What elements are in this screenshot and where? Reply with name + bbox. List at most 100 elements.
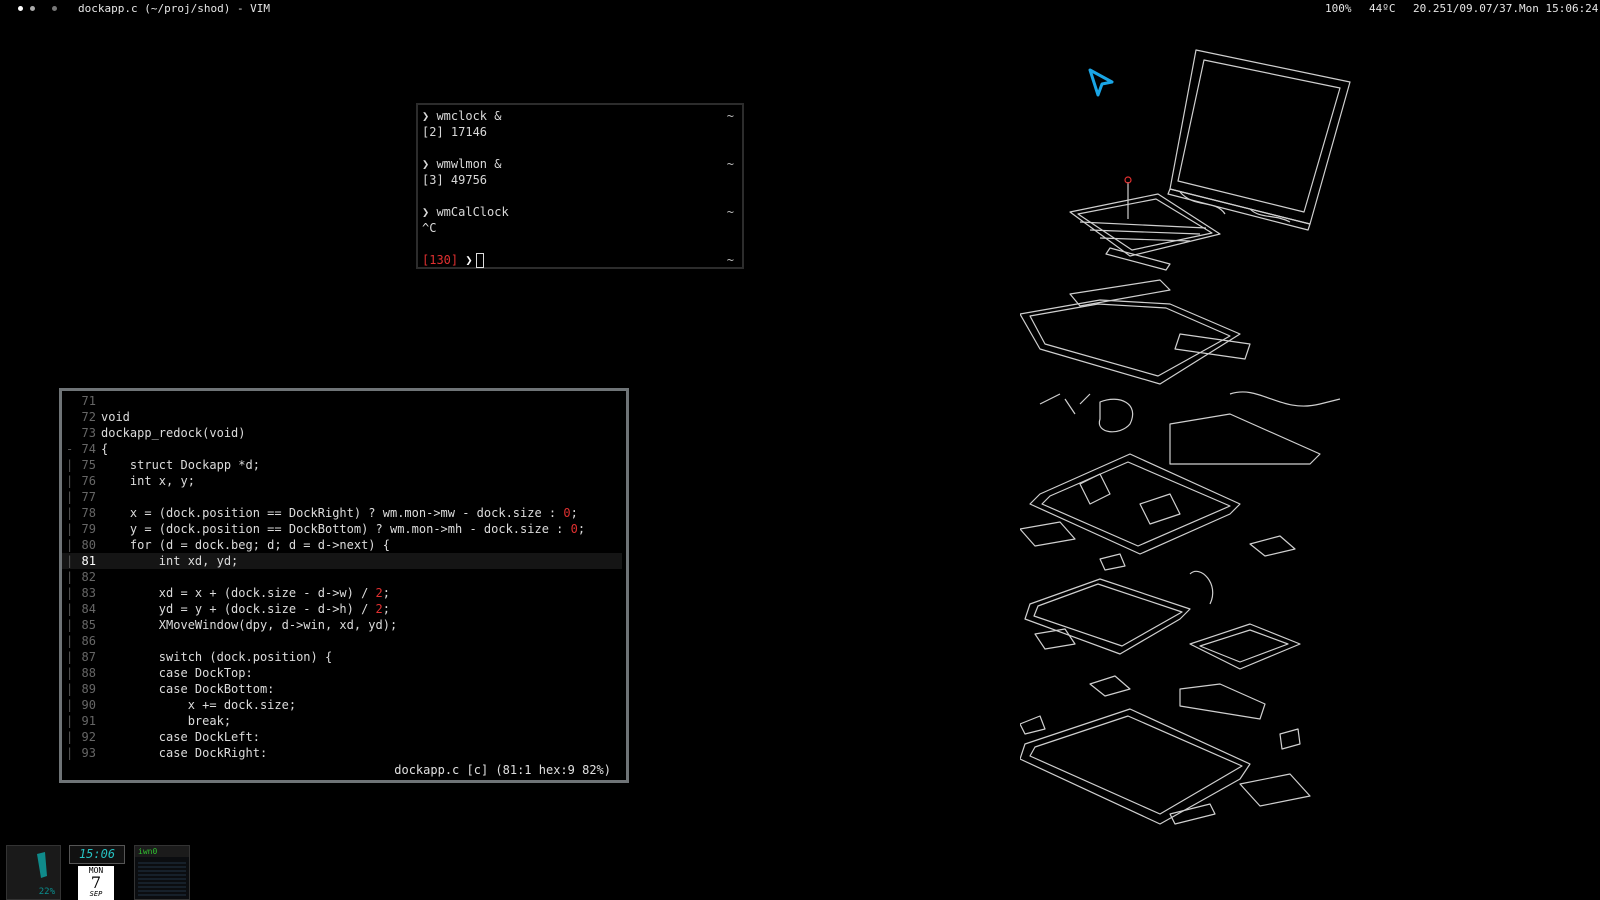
terminal-line: [3] 49756 bbox=[422, 172, 734, 188]
code-line[interactable]: -74{ bbox=[62, 441, 622, 457]
vim-editor-window[interactable]: 71 72 void 73 dockapp_redock(void) -74{| 75 st… bbox=[59, 388, 629, 783]
code-line[interactable]: 71 bbox=[62, 393, 622, 409]
code-line[interactable]: | 90 x += dock.size; bbox=[62, 697, 622, 713]
code-text: struct Dockapp *d; bbox=[101, 458, 260, 472]
code-line[interactable]: | 80 for (d = dock.beg; d; d = d->next) { bbox=[62, 537, 622, 553]
battery-gauge-icon bbox=[37, 852, 47, 878]
wireless-interface-label: iwn0 bbox=[135, 846, 189, 857]
terminal-cursor bbox=[475, 253, 484, 268]
code-text: case DockTop: bbox=[101, 666, 253, 680]
workspace-1-dot[interactable] bbox=[18, 6, 23, 11]
terminal-line-tilde: ~ bbox=[726, 157, 734, 171]
workspace-2-dot[interactable] bbox=[30, 6, 35, 11]
code-text: case DockRight: bbox=[101, 746, 268, 760]
terminal-line: ❯ wmCalClock ~ bbox=[422, 204, 734, 220]
line-number: 83 bbox=[81, 586, 96, 600]
workspace-indicator[interactable] bbox=[18, 6, 57, 11]
code-line[interactable]: | 77 bbox=[62, 489, 622, 505]
code-text: case DockLeft: bbox=[101, 730, 260, 744]
code-text: XMoveWindow(dpy, d->win, xd, yd); bbox=[101, 618, 398, 632]
code-text: break; bbox=[101, 714, 232, 728]
code-line[interactable]: 72 void bbox=[62, 409, 622, 425]
code-text: y = (dock.position == DockBottom) ? wm.m… bbox=[101, 522, 586, 536]
line-number: 91 bbox=[81, 714, 96, 728]
battery-status: 100% bbox=[1325, 2, 1352, 15]
line-number: 78 bbox=[81, 506, 96, 520]
prompt-symbol: ❯ bbox=[465, 253, 473, 267]
code-line[interactable]: | 78 x = (dock.position == DockRight) ? w… bbox=[62, 505, 622, 521]
code-line[interactable]: | 81 int xd, yd; bbox=[62, 553, 622, 569]
line-number: 73 bbox=[81, 426, 96, 440]
terminal-prompt[interactable]: [130] ❯ ~ bbox=[422, 252, 734, 268]
code-line[interactable]: | 93 case DockRight: bbox=[62, 745, 622, 761]
line-number: 92 bbox=[81, 730, 96, 744]
terminal-line-text: ❯ wmclock & bbox=[422, 109, 502, 123]
temperature-status: 44ºC bbox=[1369, 2, 1396, 15]
line-number: 86 bbox=[81, 634, 96, 648]
line-number: 79 bbox=[81, 522, 96, 536]
code-text: x = (dock.position == DockRight) ? wm.mo… bbox=[101, 506, 578, 520]
terminal-line: ❯ wmclock & ~ bbox=[422, 108, 734, 124]
terminal-line-text: ^C bbox=[422, 221, 437, 235]
code-text: switch (dock.position) { bbox=[101, 650, 333, 664]
top-bar: dockapp.c (~/proj/shod) - VIM 100% 44ºC … bbox=[0, 0, 1600, 20]
code-line[interactable]: | 92 case DockLeft: bbox=[62, 729, 622, 745]
window-title: dockapp.c (~/proj/shod) - VIM bbox=[78, 2, 271, 15]
line-number: 85 bbox=[81, 618, 96, 632]
code-text: int xd, yd; bbox=[101, 554, 239, 568]
calendar-day: 7 bbox=[90, 873, 102, 892]
datetime-status: 20.251/09.07/37.Mon 15:06:24 bbox=[1413, 2, 1599, 15]
code-line[interactable]: | 75 struct Dockapp *d; bbox=[62, 457, 622, 473]
code-line[interactable]: | 91 break; bbox=[62, 713, 622, 729]
terminal-window[interactable]: ❯ wmclock & ~ [2] 17146 ❯ wmwlmon & ~ [3] … bbox=[416, 103, 744, 269]
workspace-3-dot[interactable] bbox=[52, 6, 57, 11]
code-text: int x, y; bbox=[101, 474, 195, 488]
vim-status-line: dockapp.c [c] (81:1 hex:9 82%) bbox=[394, 763, 611, 777]
code-line[interactable]: | 84 yd = y + (dock.size - d->h) / 2; bbox=[62, 601, 622, 617]
code-text: dockapp_redock(void) bbox=[101, 426, 246, 440]
line-number: 72 bbox=[81, 410, 96, 424]
line-number: 76 bbox=[81, 474, 96, 488]
code-text: x += dock.size; bbox=[101, 698, 297, 712]
line-number: 74 bbox=[81, 442, 96, 456]
terminal-line: [2] 17146 bbox=[422, 124, 734, 140]
terminal-line-tilde: ~ bbox=[726, 109, 734, 123]
line-number: 81 bbox=[81, 554, 96, 568]
terminal-line: ^C bbox=[422, 220, 734, 236]
code-line[interactable]: | 89 case DockBottom: bbox=[62, 681, 622, 697]
wireless-monitor-dockapp[interactable]: iwn0 bbox=[134, 845, 190, 900]
signal-graph bbox=[138, 860, 186, 896]
clock-display: 15:06 bbox=[69, 845, 125, 864]
exit-status-code: [130] bbox=[422, 253, 459, 267]
line-number: 90 bbox=[81, 698, 96, 712]
code-line[interactable]: | 79 y = (dock.position == DockBottom) ? … bbox=[62, 521, 622, 537]
line-number: 87 bbox=[81, 650, 96, 664]
line-number: 89 bbox=[81, 682, 96, 696]
code-line[interactable]: | 85 XMoveWindow(dpy, d->win, xd, yd); bbox=[62, 617, 622, 633]
terminal-line-text: ❯ wmwlmon & bbox=[422, 157, 502, 171]
calendar-clock-dockapp[interactable]: 15:06 MON 7 SEP bbox=[69, 845, 125, 900]
code-line[interactable]: | 76 int x, y; bbox=[62, 473, 622, 489]
code-text: yd = y + (dock.size - d->h) / 2; bbox=[101, 602, 391, 616]
line-number: 71 bbox=[81, 394, 96, 408]
line-number: 80 bbox=[81, 538, 96, 552]
code-text: xd = x + (dock.size - d->w) / 2; bbox=[101, 586, 391, 600]
code-line[interactable]: | 83 xd = x + (dock.size - d->w) / 2; bbox=[62, 585, 622, 601]
code-line[interactable]: 73 dockapp_redock(void) bbox=[62, 425, 622, 441]
battery-dockapp[interactable]: 22% bbox=[6, 845, 61, 900]
code-line[interactable]: | 88 case DockTop: bbox=[62, 665, 622, 681]
code-text: case DockBottom: bbox=[101, 682, 275, 696]
code-line[interactable]: | 86 bbox=[62, 633, 622, 649]
line-number: 84 bbox=[81, 602, 96, 616]
code-line[interactable]: | 82 bbox=[62, 569, 622, 585]
calendar-page: MON 7 SEP bbox=[78, 866, 114, 900]
terminal-line-text: ❯ wmCalClock bbox=[422, 205, 509, 219]
terminal-line: ❯ wmwlmon & ~ bbox=[422, 156, 734, 172]
line-number: 75 bbox=[81, 458, 96, 472]
terminal-line-tilde: ~ bbox=[726, 205, 734, 219]
code-line[interactable]: | 87 switch (dock.position) { bbox=[62, 649, 622, 665]
line-number: 82 bbox=[81, 570, 96, 584]
code-text: { bbox=[101, 442, 109, 456]
line-number: 77 bbox=[81, 490, 96, 504]
laptop-exploded-wallpaper bbox=[1020, 49, 1351, 825]
